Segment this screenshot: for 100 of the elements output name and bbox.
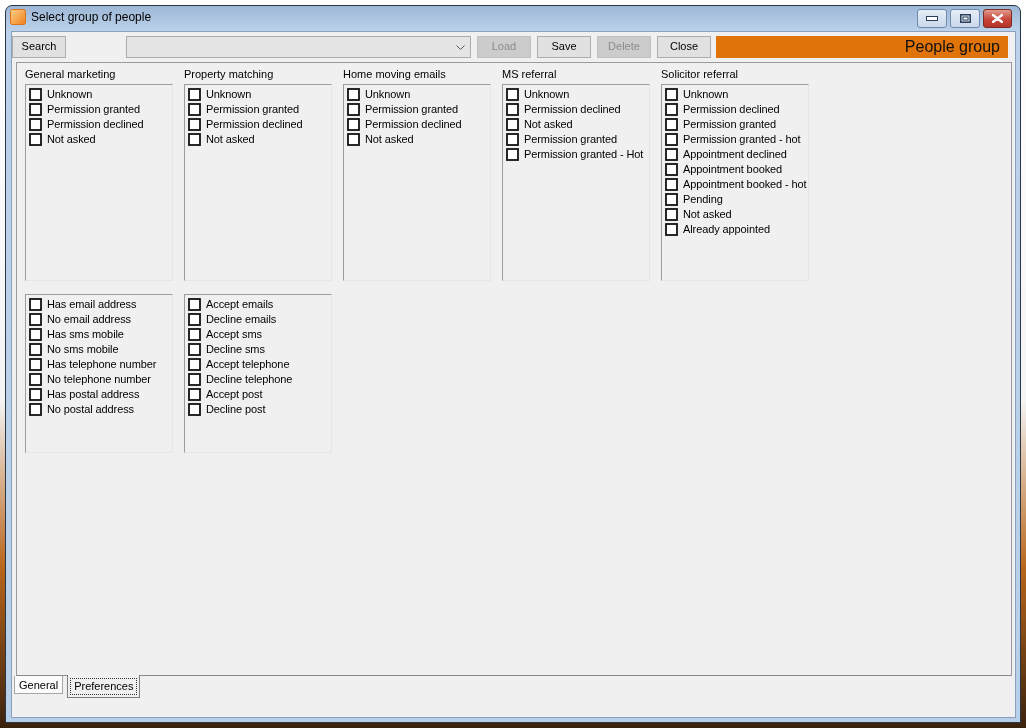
action-button[interactable]: Close <box>657 36 711 58</box>
checkbox[interactable] <box>188 298 201 311</box>
checkbox[interactable] <box>506 88 519 101</box>
group-title: MS referral <box>502 68 558 82</box>
checkbox[interactable] <box>29 313 42 326</box>
checkbox-label: Permission declined <box>365 117 462 132</box>
checkbox-label: No sms mobile <box>47 342 119 357</box>
checkbox[interactable] <box>29 343 42 356</box>
checkbox-label: Has email address <box>47 297 137 312</box>
checkbox[interactable] <box>665 193 678 206</box>
caret-icon <box>456 44 465 50</box>
checkbox-label: Permission granted <box>365 102 458 117</box>
checkbox-label: No postal address <box>47 402 134 417</box>
checkbox-label: Permission granted <box>524 132 617 147</box>
close-icon <box>992 14 1003 23</box>
checkbox-label: Decline post <box>206 402 266 417</box>
checkbox-label: Permission declined <box>47 117 144 132</box>
checkbox-label: Permission declined <box>206 117 303 132</box>
checkbox[interactable] <box>188 373 201 386</box>
checkbox-label: No email address <box>47 312 131 327</box>
checkbox[interactable] <box>29 373 42 386</box>
checkbox-label: Unknown <box>206 87 252 102</box>
checkbox[interactable] <box>665 223 678 236</box>
checkbox[interactable] <box>29 388 42 401</box>
checkbox-label: Accept telephone <box>206 357 290 372</box>
checkbox-label: Not asked <box>683 207 732 222</box>
checkbox[interactable] <box>506 133 519 146</box>
checkbox[interactable] <box>188 358 201 371</box>
checkbox[interactable] <box>665 88 678 101</box>
checkbox-label: Appointment booked <box>683 162 783 177</box>
checkbox[interactable] <box>347 133 360 146</box>
checkbox[interactable] <box>506 103 519 116</box>
checkbox-label: Unknown <box>524 87 570 102</box>
checkbox[interactable] <box>506 148 519 161</box>
checkbox[interactable] <box>29 88 42 101</box>
checkbox[interactable] <box>29 133 42 146</box>
checkbox[interactable] <box>188 88 201 101</box>
action-button[interactable]: Save <box>537 36 591 58</box>
checkbox[interactable] <box>347 118 360 131</box>
checkbox[interactable] <box>665 133 678 146</box>
checkbox-label: Decline telephone <box>206 372 293 387</box>
checkbox[interactable] <box>347 88 360 101</box>
checkbox-label: Decline emails <box>206 312 277 327</box>
checkbox-label: Not asked <box>524 117 573 132</box>
checkbox-label: Permission granted <box>206 102 299 117</box>
window-title: Select group of people <box>31 10 152 25</box>
checkbox-label: Unknown <box>365 87 411 102</box>
checkbox-label: Already appointed <box>683 222 770 237</box>
checkbox[interactable] <box>188 328 201 341</box>
checkbox-label: Accept post <box>206 387 263 402</box>
checkbox[interactable] <box>188 313 201 326</box>
minimize-button[interactable] <box>917 9 947 28</box>
maximize-button[interactable] <box>950 9 980 28</box>
group-title: General marketing <box>25 68 117 82</box>
checkbox[interactable] <box>347 103 360 116</box>
checkbox[interactable] <box>29 328 42 341</box>
checkbox[interactable] <box>29 298 42 311</box>
checkbox-label: Decline sms <box>206 342 265 357</box>
checkbox-label: Accept sms <box>206 327 262 342</box>
checkbox-label: Unknown <box>47 87 93 102</box>
checkbox-label: No telephone number <box>47 372 151 387</box>
checkbox[interactable] <box>665 178 678 191</box>
checkbox[interactable] <box>188 343 201 356</box>
minimize-icon <box>926 16 938 21</box>
checkbox[interactable] <box>188 103 201 116</box>
tab[interactable]: General <box>14 676 64 694</box>
checkbox-label: Permission granted <box>683 117 776 132</box>
close-button[interactable] <box>983 9 1012 28</box>
checkbox[interactable] <box>665 118 678 131</box>
checkbox-label: Has sms mobile <box>47 327 124 342</box>
checkbox-label: Has postal address <box>47 387 140 402</box>
group-banner: People group <box>716 36 1008 58</box>
checkbox[interactable] <box>29 358 42 371</box>
checkbox[interactable] <box>29 118 42 131</box>
checkbox[interactable] <box>188 403 201 416</box>
group-title: Property matching <box>184 68 275 82</box>
checkbox[interactable] <box>665 148 678 161</box>
checkbox-label: Pending <box>683 192 723 207</box>
checkbox[interactable] <box>665 208 678 221</box>
checkbox-label: Accept emails <box>206 297 274 312</box>
checkbox-label: Not asked <box>365 132 414 147</box>
checkbox-label: Appointment booked - hot <box>683 177 807 192</box>
checkbox-label: Has telephone number <box>47 357 157 372</box>
checkbox-label: Permission declined <box>683 102 780 117</box>
checkbox-label: Permission granted - hot <box>683 132 801 147</box>
tab[interactable]: Preferences <box>67 675 141 698</box>
group-title: Home moving emails <box>343 68 447 82</box>
checkbox[interactable] <box>188 388 201 401</box>
checkbox[interactable] <box>188 118 201 131</box>
checkbox[interactable] <box>665 163 678 176</box>
checkbox-label: Not asked <box>206 132 255 147</box>
checkbox[interactable] <box>188 133 201 146</box>
checkbox[interactable] <box>29 403 42 416</box>
checkbox-label: Appointment declined <box>683 147 787 162</box>
checkbox[interactable] <box>506 118 519 131</box>
checkbox-label: Permission granted - Hot <box>524 147 644 162</box>
checkbox[interactable] <box>29 103 42 116</box>
search-button[interactable]: Search <box>12 36 66 58</box>
maximize-icon <box>959 14 971 23</box>
checkbox[interactable] <box>665 103 678 116</box>
